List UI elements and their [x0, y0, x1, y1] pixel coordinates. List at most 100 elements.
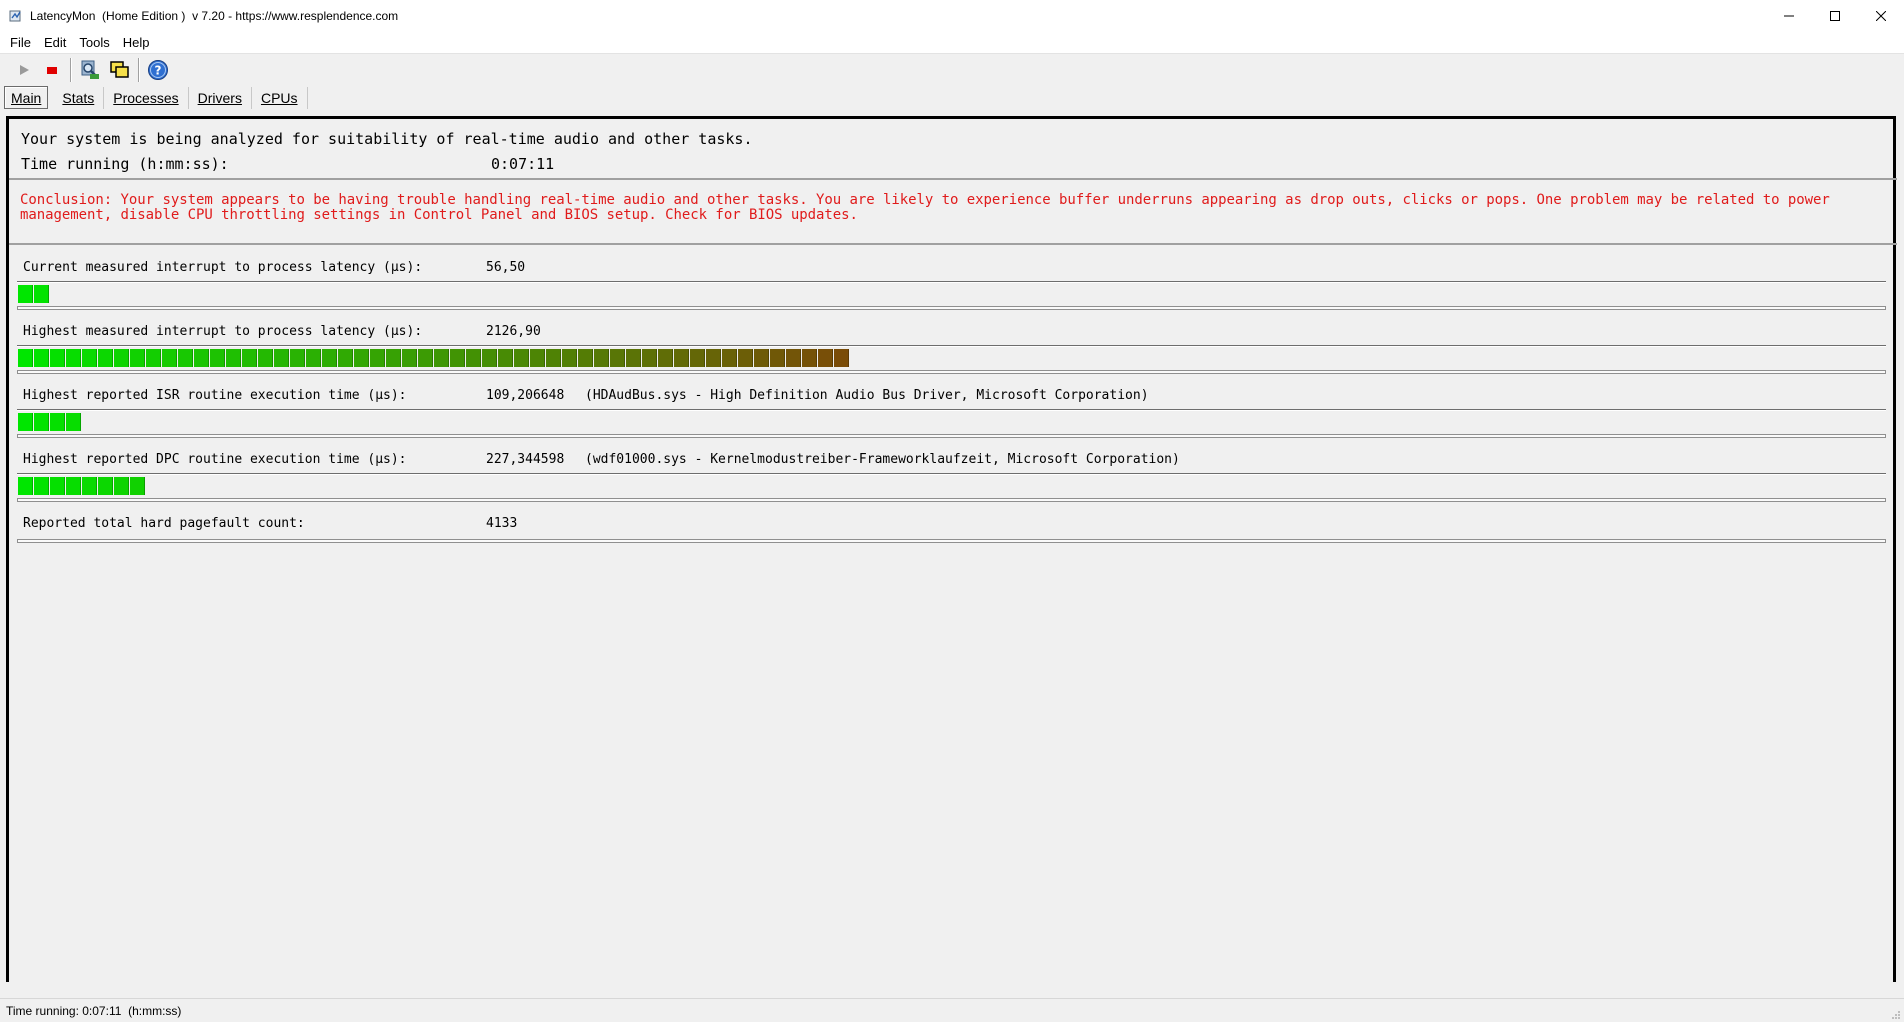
window-title: LatencyMon (Home Edition ) v 7.20 - http…: [30, 9, 399, 23]
status-bar: Time running: 0:07:11 (h:mm:ss): [0, 998, 1904, 1022]
latencymon-window: LatencyMon (Home Edition ) v 7.20 - http…: [0, 0, 1904, 1022]
metric-label: Reported total hard pagefault count:: [23, 516, 305, 531]
analysis-header: Your system is being analyzed for suitab…: [9, 122, 1897, 180]
menu-bar: File Edit Tools Help: [0, 32, 1904, 54]
menu-help[interactable]: Help: [118, 35, 155, 50]
time-running-value: 0:07:11: [491, 155, 555, 173]
bar-segment: [578, 349, 593, 367]
metric-label: Current measured interrupt to process la…: [23, 260, 423, 275]
bar-segment: [834, 349, 849, 367]
bar-track: [17, 370, 1886, 374]
bar-track: [17, 306, 1886, 310]
bar-segment: [802, 349, 817, 367]
tab-main-label: Main: [11, 89, 42, 106]
tab-strip: Main Stats Processes Drivers CPUs: [0, 85, 1904, 110]
windows-button[interactable]: [106, 57, 134, 83]
close-button[interactable]: [1858, 0, 1904, 32]
bar-segment: [194, 349, 209, 367]
bar-segment: [66, 349, 81, 367]
bar-segment: [98, 477, 113, 495]
help-button[interactable]: ?: [144, 57, 172, 83]
metric-value: 109,206648: [486, 388, 565, 403]
resize-grip-icon[interactable]: [1891, 1010, 1901, 1020]
bar-segment: [754, 349, 769, 367]
bar-segment: [18, 285, 33, 303]
bar-segment: [450, 349, 465, 367]
maximize-button[interactable]: [1812, 0, 1858, 32]
analyze-icon: [81, 60, 99, 79]
tab-drivers[interactable]: Drivers: [189, 87, 252, 109]
main-panel: Your system is being analyzed for suitab…: [6, 116, 1897, 982]
analyze-button[interactable]: [76, 57, 104, 83]
bar-segment: [178, 349, 193, 367]
metric-label: Highest reported ISR routine execution t…: [23, 388, 407, 403]
bar-segment: [18, 349, 33, 367]
bar-segment: [242, 349, 257, 367]
bar-segment: [322, 349, 337, 367]
metric-label: Highest reported DPC routine execution t…: [23, 452, 407, 467]
stop-button[interactable]: [38, 57, 66, 83]
bar-segment: [770, 349, 785, 367]
metric-divider: [17, 281, 1886, 283]
bar-segment: [34, 413, 49, 431]
bar-segment: [594, 349, 609, 367]
bar-segment: [498, 349, 513, 367]
bar-segment: [114, 477, 129, 495]
bar-segment: [514, 349, 529, 367]
bar-track: [17, 498, 1886, 502]
svg-text:?: ?: [155, 63, 162, 77]
bar-segment: [530, 349, 545, 367]
bar-segment: [130, 477, 145, 495]
bar-segment: [210, 349, 225, 367]
tab-main[interactable]: Main: [4, 86, 49, 109]
bar-segment: [130, 349, 145, 367]
bar-segment: [482, 349, 497, 367]
metric-value: 227,344598: [486, 452, 565, 467]
bar-segment: [674, 349, 689, 367]
toolbar-separator: [70, 57, 72, 82]
bar-segment: [274, 349, 289, 367]
tab-processes[interactable]: Processes: [104, 87, 189, 109]
bar-segment: [162, 349, 177, 367]
bar-segment: [610, 349, 625, 367]
tab-processes-label: Processes: [113, 90, 179, 106]
bar-segment: [738, 349, 753, 367]
bar-segment: [290, 349, 305, 367]
bar-segment: [66, 413, 81, 431]
stop-icon: [47, 66, 57, 74]
metric-label: Highest measured interrupt to process la…: [23, 324, 423, 339]
toolbar-separator-2: [138, 57, 140, 82]
bar-segment: [114, 349, 129, 367]
analysis-status-text: Your system is being analyzed for suitab…: [21, 130, 753, 148]
bar-segment: [626, 349, 641, 367]
play-icon: [20, 64, 29, 75]
bar-segment: [354, 349, 369, 367]
conclusion-text: Conclusion: Your system appears to be ha…: [20, 192, 1830, 223]
tab-stats[interactable]: Stats: [48, 87, 105, 109]
metric-divider: [17, 409, 1886, 411]
minimize-button[interactable]: [1766, 0, 1812, 32]
title-bar: LatencyMon (Home Edition ) v 7.20 - http…: [0, 0, 1904, 32]
metric-divider: [17, 473, 1886, 475]
time-running-label: Time running (h:mm:ss):: [21, 155, 229, 173]
latencymon-app-icon: [9, 9, 23, 23]
tab-cpus[interactable]: CPUs: [252, 87, 308, 109]
play-button[interactable]: [10, 57, 38, 83]
toolbar: ?: [0, 54, 1904, 85]
tab-cpus-label: CPUs: [260, 90, 298, 106]
bar-segment: [706, 349, 721, 367]
bar-segment: [82, 349, 97, 367]
bar-track: [17, 434, 1886, 438]
bar-segment: [258, 349, 273, 367]
menu-tools[interactable]: Tools: [74, 35, 114, 50]
menu-file[interactable]: File: [5, 35, 36, 50]
menu-edit[interactable]: Edit: [39, 35, 71, 50]
metric-value: 56,50: [486, 260, 526, 275]
bar-segment: [50, 349, 65, 367]
metric-detail: (HDAudBus.sys - High Definition Audio Bu…: [585, 388, 1149, 403]
bar-segment: [18, 477, 33, 495]
help-icon: ?: [148, 59, 168, 80]
bar-segment: [18, 413, 33, 431]
windows-icon: [110, 60, 129, 78]
bar-segment: [306, 349, 321, 367]
